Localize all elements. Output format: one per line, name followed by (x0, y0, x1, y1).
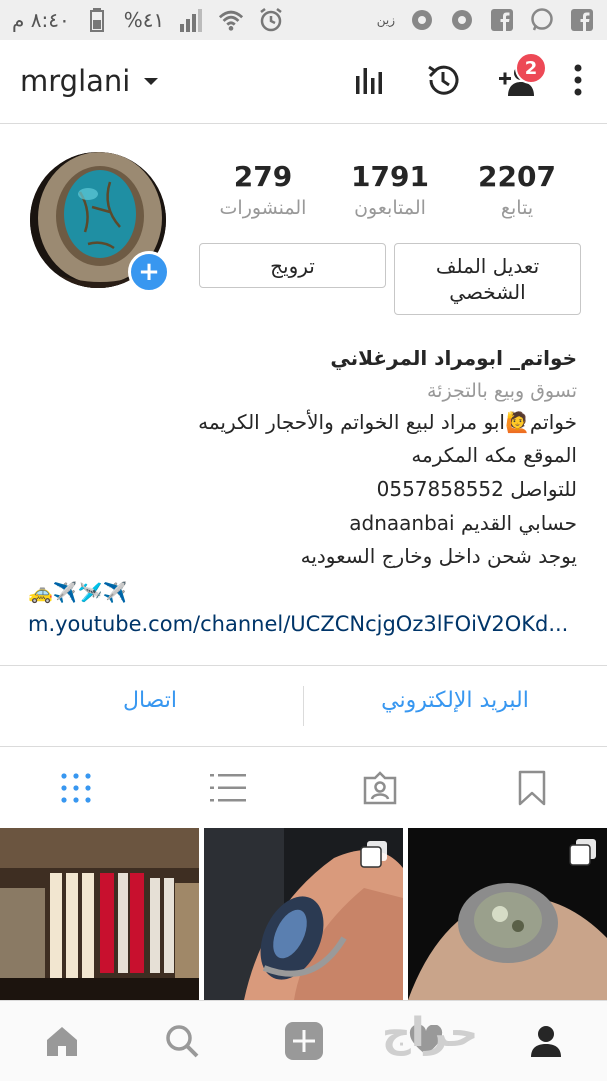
profile-category: تسوق وبيع بالتجزئة (426, 380, 577, 402)
battery-icon (84, 7, 110, 33)
profile-name: خواتم_ ابومراد المرغلاني (330, 346, 577, 370)
edit-profile-button[interactable]: تعديل الملف الشخصي (394, 243, 581, 315)
signal-icon (178, 7, 204, 33)
bio-emojis: 🚕✈️🛩️✈️ (28, 580, 128, 604)
alarm-icon (258, 7, 284, 33)
username-switcher[interactable]: mrglani (20, 64, 159, 98)
post-thumbnail[interactable] (0, 828, 199, 1000)
username: mrglani (20, 64, 131, 98)
battery-percent: %٤١ (123, 8, 165, 32)
call-button[interactable]: اتصال (40, 688, 260, 713)
contact-separator (303, 686, 304, 726)
insights-icon[interactable] (349, 58, 389, 102)
posts-count: 279 (233, 160, 293, 193)
stat-followers[interactable]: 1791 المتابعون (325, 160, 455, 219)
whatsapp-icon (529, 7, 555, 33)
profile-icon[interactable] (524, 1019, 568, 1063)
stat-following[interactable]: 2207 يتابع (452, 160, 582, 219)
edit-profile-label-2: الشخصي (449, 280, 526, 304)
archive-icon[interactable] (423, 58, 463, 102)
divider (0, 665, 607, 666)
chevron-down-icon (144, 77, 159, 85)
wifi-icon (218, 7, 244, 33)
profile-header: mrglani 2 (0, 40, 607, 124)
add-user-button[interactable]: 2 (497, 52, 547, 102)
search-icon[interactable] (160, 1019, 204, 1063)
home-icon[interactable] (40, 1019, 84, 1063)
tagged-icon[interactable] (360, 768, 400, 808)
bio-line-3: للتواصل 0557858552 (376, 477, 577, 501)
menu-icon[interactable] (571, 58, 585, 102)
following-count: 2207 (478, 160, 556, 193)
carrier-text: زين (376, 13, 395, 27)
bio-line-2: الموقع مكه المكرمه (411, 443, 577, 467)
bio-line-5: يوجد شحن داخل وخارج السعوديه (300, 544, 577, 568)
clock-text: ٨:٤٠ م (12, 8, 70, 32)
facebook-icon-2 (569, 7, 595, 33)
promote-button[interactable]: ترويج (199, 243, 386, 288)
bottom-navigation (0, 1000, 607, 1081)
multiple-posts-icon (360, 840, 597, 872)
header-actions: 2 (349, 52, 585, 102)
followers-count: 1791 (351, 160, 429, 193)
status-left: ٨:٤٠ م %٤١ (12, 7, 284, 33)
add-story-button[interactable]: + (128, 251, 170, 293)
facebook-icon (489, 7, 515, 33)
chrome-icon (409, 7, 435, 33)
stat-posts[interactable]: 279 المنشورات (198, 160, 328, 219)
edit-profile-label-1: تعديل الملف (435, 254, 540, 278)
notification-badge: 2 (515, 52, 547, 84)
posts-label: المنشورات (219, 197, 307, 219)
list-icon[interactable] (208, 768, 248, 808)
bio-line-1: خواتم🙋ابو مراد لبيع الخواتم والأحجار الك… (198, 410, 577, 434)
following-label: يتابع (500, 197, 534, 219)
chrome-icon-2 (449, 7, 475, 33)
saved-icon[interactable] (512, 768, 552, 808)
divider (0, 746, 607, 747)
status-bar: ٨:٤٠ م %٤١ زين (0, 0, 607, 40)
status-right: زين (377, 7, 595, 33)
add-icon[interactable] (282, 1019, 326, 1063)
email-button[interactable]: البريد الإلكتروني (330, 688, 580, 713)
bio-line-4: حسابي القديم adnaanbai (349, 511, 577, 535)
profile-link[interactable]: m.youtube.com/channel/UCZCNcjgOz3lFOiV2O… (28, 612, 588, 636)
followers-label: المتابعون (354, 197, 426, 219)
watermark-logo: حراج (382, 1010, 479, 1056)
grid-icon[interactable] (56, 768, 96, 808)
